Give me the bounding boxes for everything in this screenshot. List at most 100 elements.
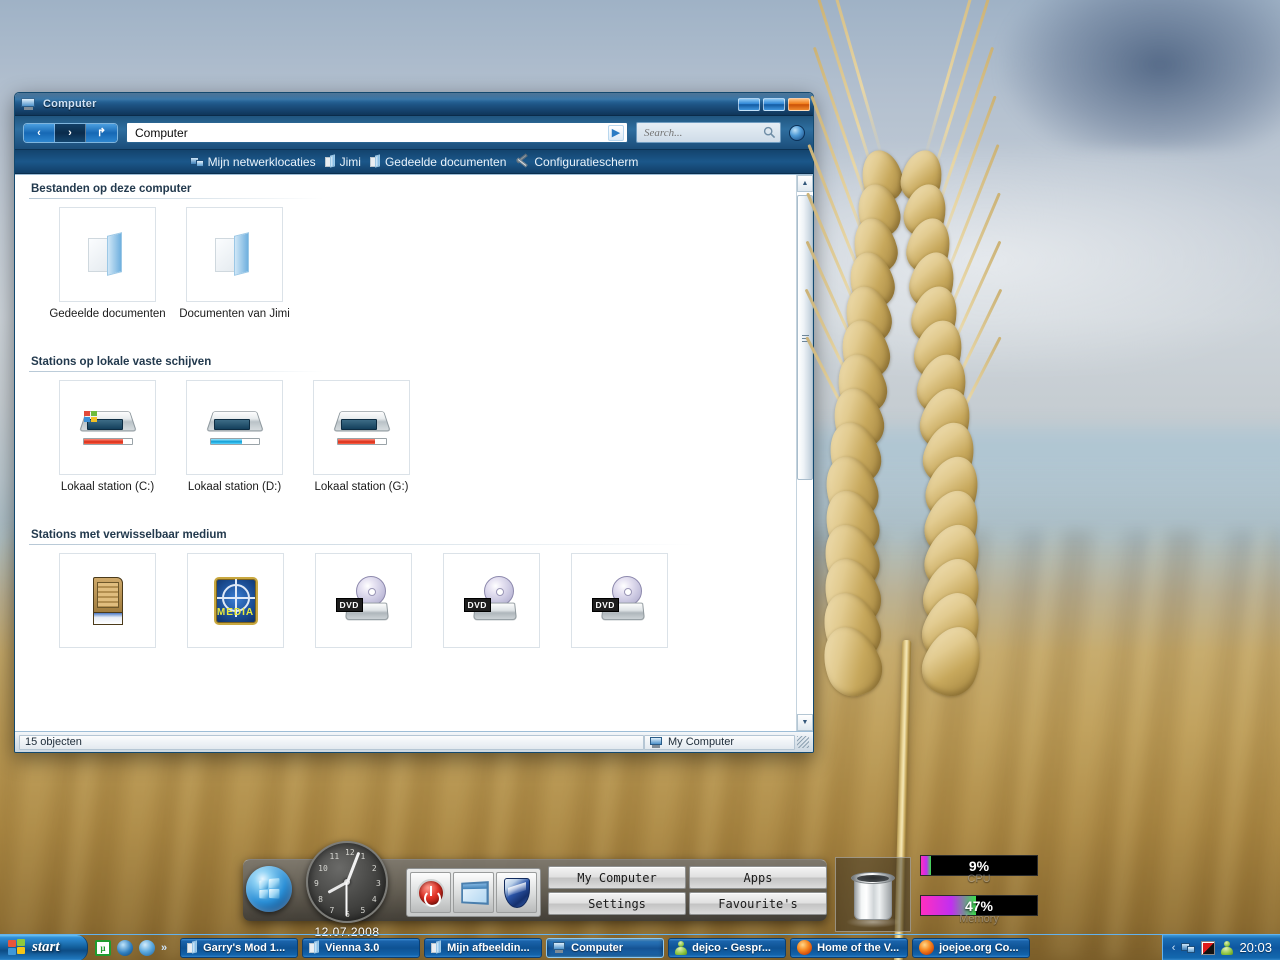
quick-launch-bar: µ » <box>88 939 174 956</box>
security-button[interactable] <box>496 872 537 913</box>
file-list-pane[interactable]: Bestanden op deze computer Gedeelde docu… <box>15 175 796 731</box>
internet-explorer-icon[interactable] <box>117 939 133 956</box>
clock-numeral: 9 <box>314 879 319 888</box>
removable-tile[interactable]: DVD <box>315 553 412 648</box>
computer-icon <box>553 941 566 954</box>
task-computer[interactable]: Computer <box>546 937 665 958</box>
explorer-window[interactable]: Computer ‹ › ↱ Computer ▶ Mijn ne <box>14 92 814 753</box>
help-orb-icon[interactable] <box>789 124 805 141</box>
tile-icon-box: DVD <box>315 553 412 648</box>
tile-label: Lokaal station (G:) <box>314 481 409 493</box>
tile-icon-box <box>186 207 283 302</box>
start-label: start <box>32 939 60 955</box>
kaspersky-icon[interactable] <box>1201 940 1216 955</box>
wheat-awn <box>821 0 885 163</box>
group-divider <box>29 544 694 545</box>
minimize-button[interactable] <box>738 97 760 111</box>
task-vienna[interactable]: Vienna 3.0 <box>302 937 421 958</box>
scrollbar-track[interactable] <box>797 192 813 714</box>
pictures-folder-icon <box>431 940 442 954</box>
search-input[interactable] <box>644 126 763 139</box>
back-button[interactable]: ‹ <box>24 123 55 142</box>
tile-label: Lokaal station (C:) <box>60 481 155 493</box>
tray-expand-chevron[interactable]: ‹ <box>1172 942 1176 954</box>
removable-tile[interactable]: DVD <box>443 553 540 648</box>
resize-grip[interactable] <box>797 736 809 748</box>
task-label: Mijn afbeeldin... <box>447 941 530 954</box>
vertical-scrollbar[interactable]: ▲ ▼ <box>796 175 813 731</box>
folder-icon <box>187 940 198 954</box>
tile-icon-box <box>59 553 156 648</box>
drive-tile[interactable]: Lokaal station (C:) <box>59 380 156 493</box>
dock-button-favourites[interactable]: Favourite's <box>689 892 827 915</box>
network-connection-icon[interactable] <box>1181 941 1196 954</box>
search-box[interactable] <box>636 122 781 143</box>
quick-launch-chevron[interactable]: » <box>161 942 167 954</box>
scroll-up-button[interactable]: ▲ <box>797 175 813 192</box>
msn-messenger-icon[interactable] <box>139 939 155 956</box>
file-tile[interactable]: Documenten van Jimi <box>179 207 290 320</box>
drive-tile[interactable]: Lokaal station (G:) <box>313 380 410 493</box>
scroll-down-button[interactable]: ▼ <box>797 714 813 731</box>
removable-tile[interactable]: MEDIA <box>187 553 284 648</box>
status-bar: 15 objecten My Computer <box>15 731 813 752</box>
close-button[interactable] <box>788 97 810 111</box>
clock-face: 121234567891011 <box>306 841 388 923</box>
tile-icon-box <box>59 380 156 475</box>
link-label: Jimi <box>339 154 361 169</box>
dvd-drive-icon: DVD <box>335 575 392 626</box>
shield-icon <box>503 877 530 908</box>
hard-drive-icon <box>77 402 139 454</box>
task-joejoe-org[interactable]: joejoe.org Co... <box>912 937 1031 958</box>
nav-button-group[interactable]: ‹ › ↱ <box>23 122 118 143</box>
link-gedeelde-documenten[interactable]: Gedeelde documenten <box>369 154 506 169</box>
tile-icon-box: DVD <box>571 553 668 648</box>
network-places-icon <box>189 155 204 168</box>
address-value: Computer <box>135 125 188 140</box>
taskbar-clock[interactable]: 20:03 <box>1239 940 1272 955</box>
dock-button-settings[interactable]: Settings <box>548 892 686 915</box>
window-icon <box>460 880 489 905</box>
wheat-ear-decoration <box>804 0 1070 960</box>
clock-hour-hand <box>326 880 348 894</box>
up-button[interactable]: ↱ <box>86 123 117 142</box>
go-button[interactable]: ▶ <box>608 124 624 141</box>
start-orb-icon[interactable] <box>246 866 292 912</box>
dock-button-my-computer[interactable]: My Computer <box>548 866 686 889</box>
utorrent-icon[interactable]: µ <box>95 939 111 956</box>
group-bestanden: Bestanden op deze computer Gedeelde docu… <box>15 179 796 320</box>
show-desktop-button[interactable] <box>453 872 494 913</box>
shutdown-button[interactable] <box>410 872 451 913</box>
control-panel-icon <box>515 153 530 169</box>
recycle-bin-icon[interactable] <box>835 857 911 932</box>
clock-gadget[interactable]: 121234567891011 12.07.2008 <box>306 841 388 939</box>
dvd-drive-icon: DVD <box>463 575 520 626</box>
link-jimi[interactable]: Jimi <box>324 154 361 169</box>
group-lokale-stations: Stations op lokale vaste schijven Lokaal… <box>15 320 796 493</box>
drive-tile[interactable]: Lokaal station (D:) <box>186 380 283 493</box>
window-controls[interactable] <box>738 97 810 111</box>
removable-tile[interactable]: DVD <box>571 553 668 648</box>
task-list: Garry's Mod 1... Vienna 3.0 Mijn afbeeld… <box>174 937 1162 958</box>
start-button[interactable]: start <box>0 934 88 960</box>
link-configuratiescherm[interactable]: Configuratiescherm <box>515 153 638 169</box>
file-tile[interactable]: Gedeelde documenten <box>49 207 166 320</box>
task-mijn-afbeeldingen[interactable]: Mijn afbeeldin... <box>424 937 543 958</box>
my-computer-icon <box>650 736 663 749</box>
cpu-label: CPU <box>967 873 991 885</box>
window-titlebar[interactable]: Computer <box>15 93 813 116</box>
dock-button-apps[interactable]: Apps <box>689 866 827 889</box>
maximize-button[interactable] <box>763 97 785 111</box>
removable-tile[interactable] <box>59 553 156 648</box>
user-account-icon[interactable] <box>1221 940 1234 955</box>
address-bar[interactable]: Computer ▶ <box>126 122 628 143</box>
navigation-bar: ‹ › ↱ Computer ▶ <box>15 116 813 150</box>
cpu-value: 9% <box>968 857 990 874</box>
link-mijn-netwerklocaties[interactable]: Mijn netwerklocaties <box>189 155 316 169</box>
task-dejco-conversation[interactable]: dejco - Gespr... <box>668 937 787 958</box>
wheat-awn <box>922 0 986 163</box>
task-home-of-the-v[interactable]: Home of the V... <box>790 937 909 958</box>
forward-button[interactable]: › <box>55 123 86 142</box>
dock-icon-group <box>406 868 541 917</box>
task-garrys-mod[interactable]: Garry's Mod 1... <box>180 937 299 958</box>
